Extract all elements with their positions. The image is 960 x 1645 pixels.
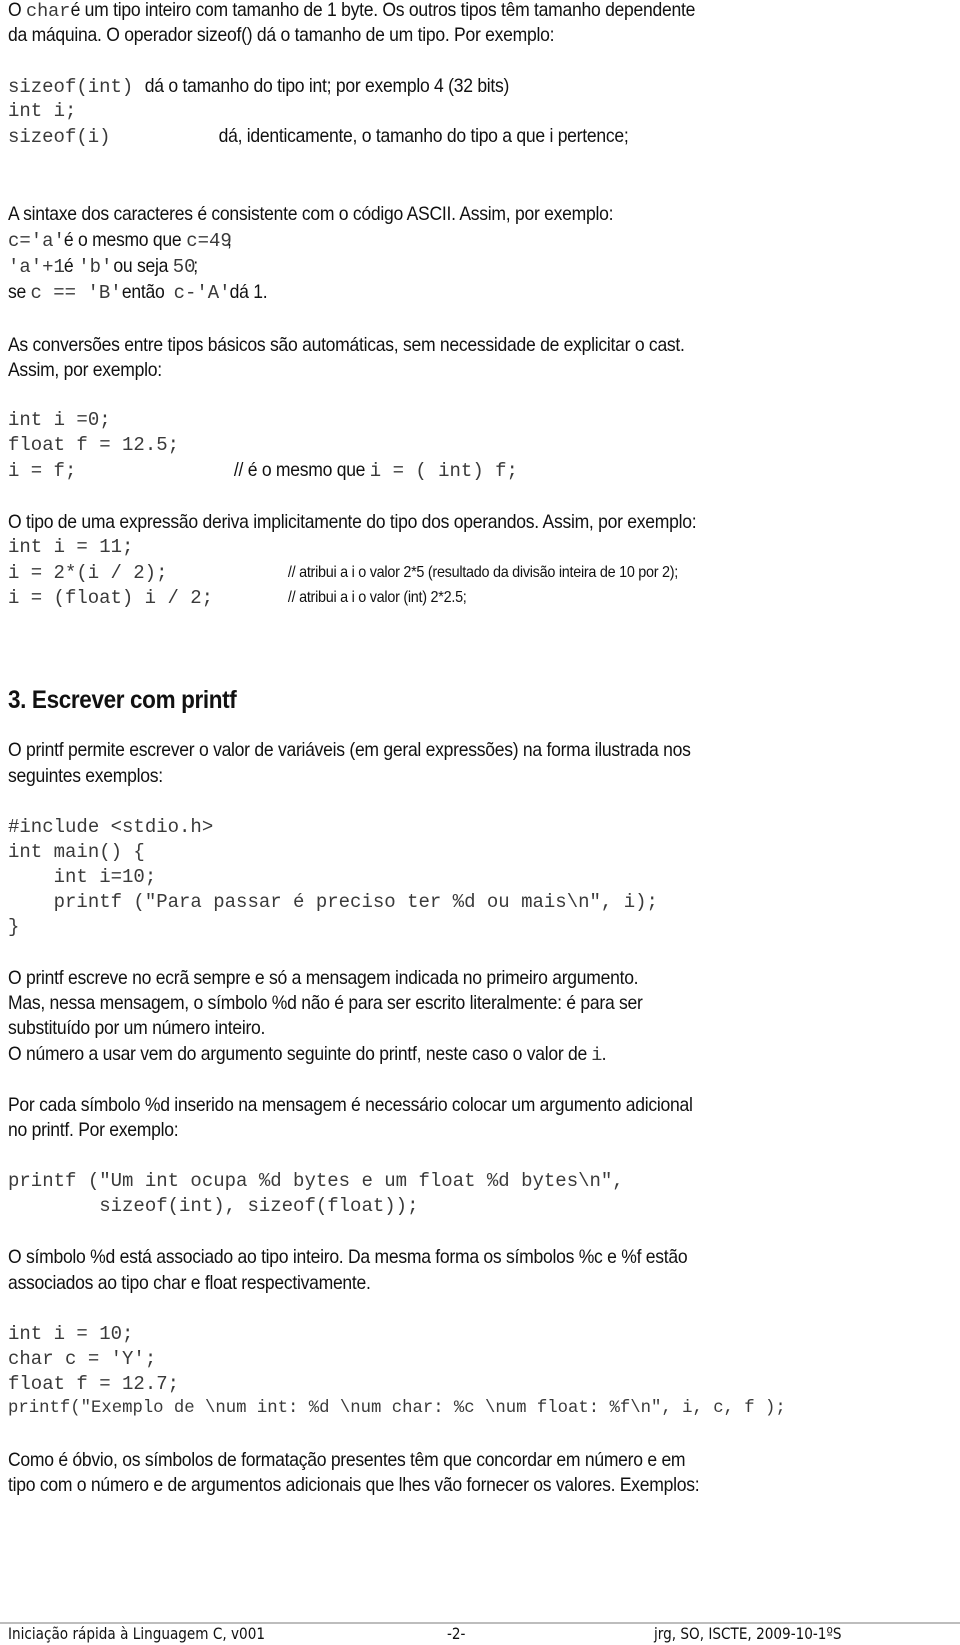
code-snippet: 'a'+1 <box>8 256 65 278</box>
ascii-line-1: c='a' é o mesmo que c=49; <box>8 227 232 254</box>
code-line: float f = 12.5; <box>8 434 180 456</box>
ascii-intro: A sintaxe dos caracteres é consistente c… <box>8 203 614 225</box>
printf-explain-line-3: substituído por um número inteiro. <box>8 1017 266 1039</box>
expression-line-3: i = (float) i / 2; // atribui a i o valor… <box>8 584 467 611</box>
final-line-1: Como é óbvio, os símbolos de formatação … <box>8 1449 686 1471</box>
code-snippet: c='a' <box>8 230 65 252</box>
printf-explain-line-2: Mas, nessa mensagem, o símbolo %d não é … <box>8 992 643 1014</box>
code-snippet: i = ( int) f; <box>369 460 518 482</box>
printf-intro-line-2: seguintes exemplos: <box>8 765 163 787</box>
text: O número a usar vem do argumento seguint… <box>8 1043 592 1065</box>
sizeof-line-2: int i; <box>8 100 77 122</box>
text: se <box>8 281 31 303</box>
ascii-line-2: 'a'+1 é 'b' ou seja 50; <box>8 253 198 280</box>
comment: // é o mesmo que i = ( int) f; <box>233 457 518 484</box>
code-snippet: i = (float) i / 2; <box>8 587 214 609</box>
code-snippet: i = 2*(i / 2); <box>8 562 168 584</box>
explanation: dá o tamanho do tipo int; por exemplo 4 … <box>144 75 510 97</box>
comment-text: // é o mesmo que <box>233 459 370 481</box>
code-snippet: c-'A' <box>173 282 231 304</box>
expression-intro: O tipo de uma expressão deriva implicita… <box>8 511 697 533</box>
text: dá 1. <box>225 281 268 303</box>
final-line-2: tipo com o número e de argumentos adicio… <box>8 1474 700 1496</box>
inline-code: i <box>591 1045 603 1066</box>
conversion-cast-line: i = f; // é o mesmo que i = ( int) f; <box>8 457 518 484</box>
code-snippet: c == 'B' <box>30 282 122 304</box>
code-line: int i = 10; <box>8 1323 134 1345</box>
sizeof-line-3: sizeof(i) dá, identicamente, o tamanho do… <box>8 123 629 150</box>
code-snippet: 50 <box>172 256 196 278</box>
printf-explain-line-4: O número a usar vem do argumento seguint… <box>8 1041 607 1069</box>
code-line: int i=10; <box>8 866 157 888</box>
code-line: int i =0; <box>8 409 111 431</box>
code-snippet: sizeof(i) <box>8 126 111 148</box>
code-line: printf("Exemplo de \num int: %d \num cha… <box>8 1399 786 1418</box>
section-heading: 3. Escrever com printf <box>8 686 237 714</box>
text: O <box>8 0 26 21</box>
expression-line-2: i = 2*(i / 2); // atribui a i o valor 2*5… <box>8 559 678 586</box>
text: então <box>112 281 174 303</box>
text: ou seja <box>108 255 173 277</box>
comment: // atribui a i o valor 2*5 (resultado da… <box>287 564 679 581</box>
symbols-line-2: associados ao tipo char e float respecti… <box>8 1272 371 1294</box>
code-line: char c = 'Y'; <box>8 1348 157 1370</box>
ascii-line-3: se c == 'B' então c-'A' dá 1. <box>8 279 268 306</box>
code-snippet: c=49 <box>185 230 232 252</box>
code-snippet: sizeof(int) <box>8 76 134 98</box>
intro-line-2: da máquina. O operador sizeof() dá o tam… <box>8 24 555 46</box>
symbols-line-1: O símbolo %d está associado ao tipo inte… <box>8 1246 688 1268</box>
code-line: printf ("Para passar é preciso ter %d ou… <box>8 891 658 913</box>
code-line: int i = 11; <box>8 536 134 558</box>
comment: // atribui a i o valor (int) 2*2.5; <box>287 589 467 606</box>
text: é o mesmo que <box>59 229 186 251</box>
code-snippet: i = f; <box>8 460 77 482</box>
printf-each-line-1: Por cada símbolo %d inserido na mensagem… <box>8 1094 693 1116</box>
text: é um tipo inteiro com tamanho de 1 byte.… <box>65 0 696 21</box>
code-line: printf ("Um int ocupa %d bytes e um floa… <box>8 1170 624 1192</box>
printf-intro-line-1: O printf permite escrever o valor de var… <box>8 739 691 761</box>
conversions-line-2: Assim, por exemplo: <box>8 359 162 381</box>
code-line: sizeof(int), sizeof(float)); <box>8 1195 419 1217</box>
page-number: -2- <box>447 1624 466 1643</box>
code-snippet: 'b' <box>78 256 113 278</box>
code-line: #include <stdio.h> <box>8 816 214 838</box>
code-line: int main() { <box>8 841 145 863</box>
printf-each-line-2: no printf. Por exemplo: <box>8 1119 179 1141</box>
code-line: } <box>8 916 20 938</box>
code-line: float f = 12.7; <box>8 1373 180 1395</box>
conversions-line-1: As conversões entre tipos básicos são au… <box>8 334 685 356</box>
sizeof-line-1: sizeof(int) dá o tamanho do tipo int; por… <box>8 73 509 100</box>
footer-author: jrg, SO, ISCTE, 2009-10-1ºS <box>654 1624 842 1643</box>
footer-title: Iniciação rápida à Linguagem C, v001 <box>8 1624 266 1643</box>
printf-explain-line-1: O printf escreve no ecrã sempre e só a m… <box>8 967 639 989</box>
explanation: dá, identicamente, o tamanho do tipo a q… <box>218 125 629 147</box>
